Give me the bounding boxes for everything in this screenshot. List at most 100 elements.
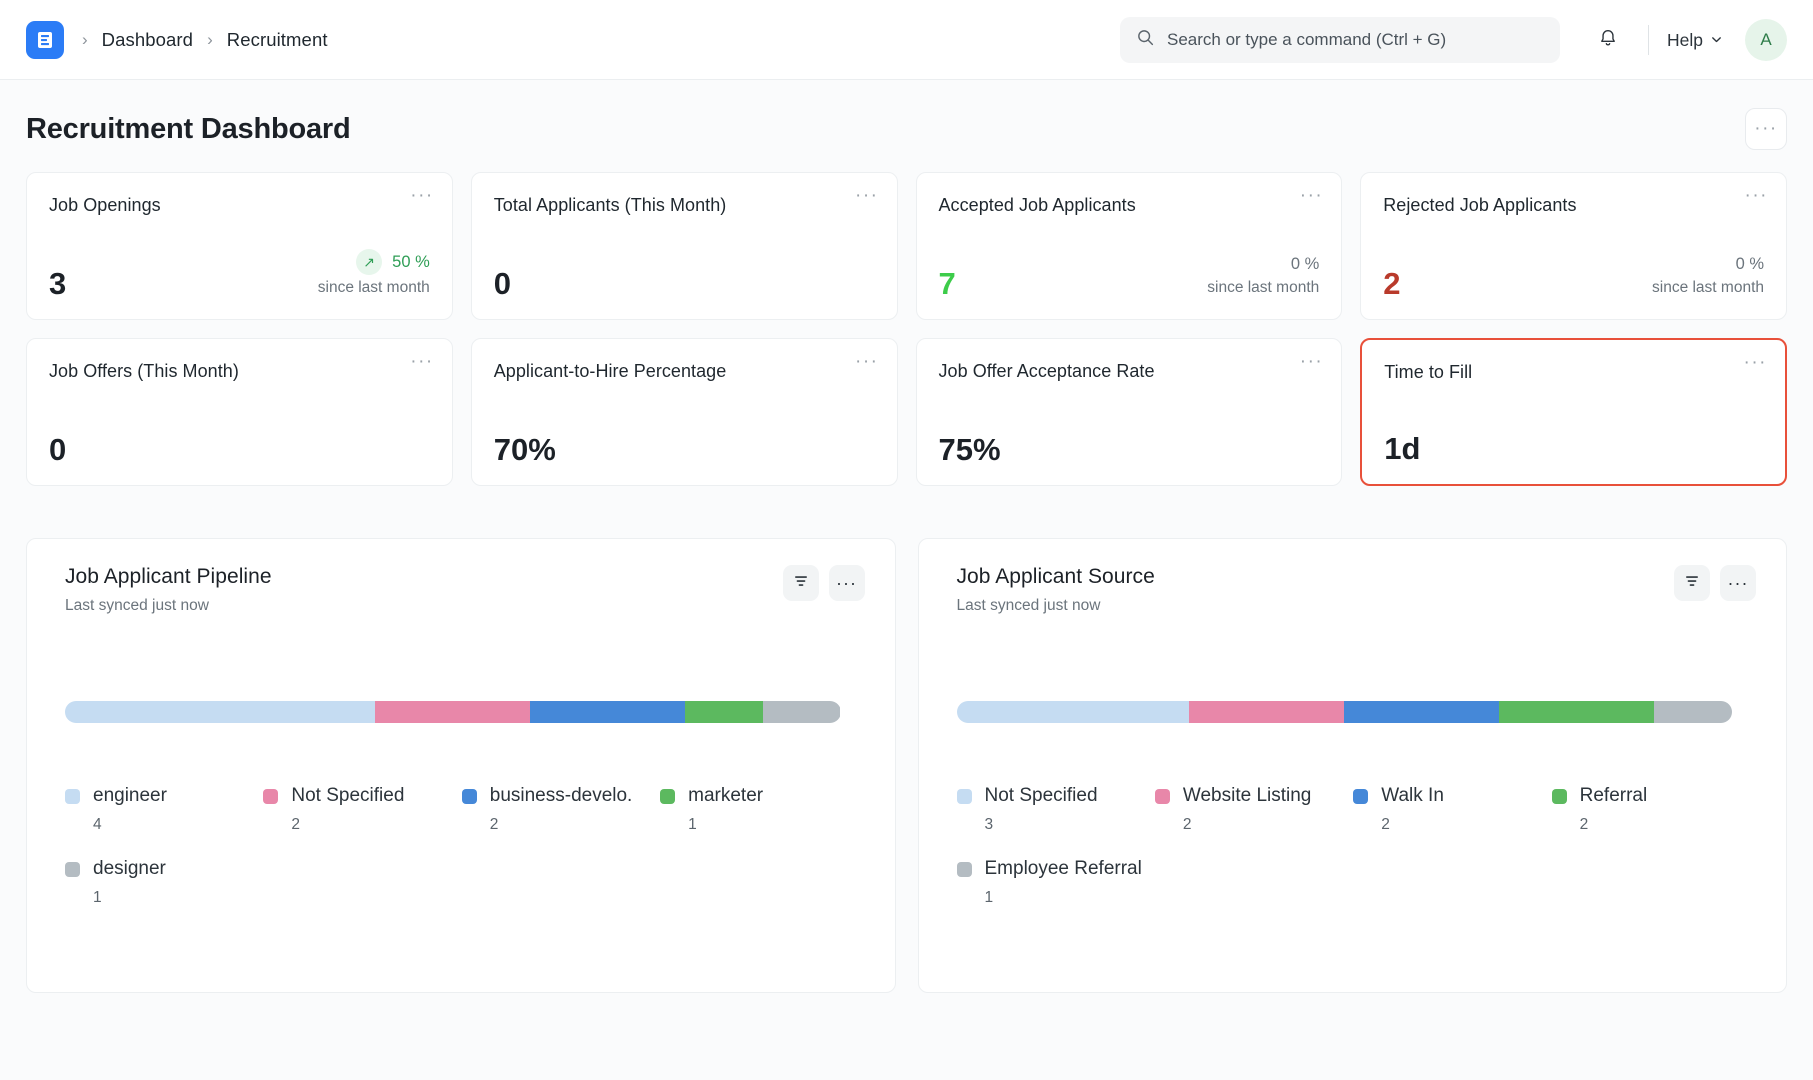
legend-item[interactable]: Employee Referral 1 [957, 858, 1155, 907]
legend-item[interactable]: Referral 2 [1552, 785, 1750, 834]
legend-item[interactable]: engineer 4 [65, 785, 263, 834]
legend-label: Website Listing [1183, 785, 1312, 807]
legend-count: 4 [93, 816, 263, 834]
card-menu-icon[interactable]: ··· [1745, 191, 1768, 201]
card-label: Time to Fill [1384, 362, 1763, 383]
bar-segment-referral[interactable] [1499, 701, 1654, 723]
legend-item[interactable]: Not Specified 2 [263, 785, 461, 834]
bar-segment-engineer[interactable] [65, 701, 375, 723]
legend-count: 2 [291, 816, 461, 834]
card-menu-icon[interactable]: ··· [1744, 358, 1767, 368]
bar-segment-designer[interactable] [763, 701, 841, 723]
source-bar-wrap [957, 701, 1757, 723]
card-menu-icon[interactable]: ··· [410, 357, 433, 367]
chart-card-job-applicant-pipeline: Job Applicant Pipeline Last synced just … [26, 538, 896, 993]
legend-top: designer [65, 858, 263, 880]
help-menu-button[interactable]: Help [1667, 30, 1723, 51]
bar-segment-not-specified[interactable] [957, 701, 1190, 723]
chevron-down-icon [1710, 30, 1723, 51]
bar-segment-marketer[interactable] [685, 701, 763, 723]
bar-segment-walk-in[interactable] [1344, 701, 1499, 723]
chart-title: Job Applicant Pipeline [65, 565, 272, 589]
stacked-bar-chart[interactable] [65, 701, 841, 723]
number-card-job-openings[interactable]: ··· Job Openings 3 ↗ 50 % since last mon… [26, 172, 453, 320]
legend-swatch-icon [65, 862, 80, 877]
avatar-initial: A [1760, 30, 1771, 50]
card-label: Job Offers (This Month) [49, 361, 430, 382]
number-card-accepted-job-applicants[interactable]: ··· Accepted Job Applicants 7 0 % since … [916, 172, 1343, 320]
chart-filter-button[interactable] [783, 565, 819, 601]
number-card-applicant-to-hire-percentage[interactable]: ··· Applicant-to-Hire Percentage 70% [471, 338, 898, 486]
search-box[interactable] [1120, 17, 1560, 63]
legend-item[interactable]: designer 1 [65, 858, 263, 907]
legend-count: 2 [1580, 816, 1750, 834]
chart-header: Job Applicant Pipeline Last synced just … [65, 565, 865, 615]
chart-title: Job Applicant Source [957, 565, 1155, 589]
card-body: 2 0 % since last month [1383, 253, 1764, 299]
number-card-rejected-job-applicants[interactable]: ··· Rejected Job Applicants 2 0 % since … [1360, 172, 1787, 320]
bar-segment-employee-referral[interactable] [1654, 701, 1732, 723]
breadcrumb-item-recruitment[interactable]: Recruitment [227, 29, 328, 51]
frappe-logo-icon[interactable] [26, 21, 64, 59]
legend-label: business-develo. [490, 785, 633, 807]
legend-top: business-develo. [462, 785, 660, 807]
legend-count: 3 [985, 816, 1155, 834]
chart-filter-button[interactable] [1674, 565, 1710, 601]
legend-top: engineer [65, 785, 263, 807]
chart-menu-button[interactable]: ··· [829, 565, 865, 601]
avatar[interactable]: A [1745, 19, 1787, 61]
chart-header-text: Job Applicant Source Last synced just no… [957, 565, 1155, 615]
number-cards-grid: ··· Job Openings 3 ↗ 50 % since last mon… [26, 172, 1787, 486]
bar-segment-business-development[interactable] [530, 701, 685, 723]
legend-count: 1 [688, 816, 858, 834]
search-input[interactable] [1167, 30, 1544, 50]
legend-item[interactable]: business-develo. 2 [462, 785, 660, 834]
card-delta-pct: 0 % [1736, 253, 1764, 275]
card-menu-icon[interactable]: ··· [1300, 191, 1323, 201]
page-title: Recruitment Dashboard [26, 113, 351, 146]
legend-count: 1 [93, 889, 263, 907]
breadcrumb-separator-2: › [207, 31, 213, 48]
card-delta-sub: since last month [1652, 278, 1764, 299]
card-delta-row: 0 % [1652, 253, 1764, 275]
filter-icon [1684, 573, 1700, 594]
number-card-job-offer-acceptance-rate[interactable]: ··· Job Offer Acceptance Rate 75% [916, 338, 1343, 486]
number-card-total-applicants[interactable]: ··· Total Applicants (This Month) 0 [471, 172, 898, 320]
card-menu-icon[interactable]: ··· [1300, 357, 1323, 367]
pipeline-bar-wrap [65, 701, 865, 723]
breadcrumb-item-dashboard[interactable]: Dashboard [102, 29, 193, 51]
ellipsis-icon: ··· [1754, 124, 1777, 134]
bar-segment-not-specified[interactable] [375, 701, 530, 723]
search-icon [1136, 28, 1155, 52]
legend-swatch-icon [1353, 789, 1368, 804]
card-menu-icon[interactable]: ··· [855, 191, 878, 201]
legend-item[interactable]: Website Listing 2 [1155, 785, 1353, 834]
legend-item[interactable]: Not Specified 3 [957, 785, 1155, 834]
card-menu-icon[interactable]: ··· [410, 191, 433, 201]
card-menu-icon[interactable]: ··· [855, 357, 878, 367]
legend-top: Employee Referral [957, 858, 1155, 880]
legend-item[interactable]: marketer 1 [660, 785, 858, 834]
legend-label: Not Specified [985, 785, 1098, 807]
chart-menu-button[interactable]: ··· [1720, 565, 1756, 601]
legend-swatch-icon [65, 789, 80, 804]
number-card-time-to-fill[interactable]: ··· Time to Fill 1d [1360, 338, 1787, 486]
filter-icon [793, 573, 809, 594]
arrow-up-right-icon: ↗ [356, 249, 382, 275]
chart-actions: ··· [783, 565, 865, 601]
chart-subtitle: Last synced just now [957, 597, 1155, 615]
notifications-button[interactable] [1586, 18, 1630, 62]
stacked-bar-chart[interactable] [957, 701, 1733, 723]
legend-label: engineer [93, 785, 167, 807]
page-menu-button[interactable]: ··· [1745, 108, 1787, 150]
legend-swatch-icon [957, 789, 972, 804]
number-card-job-offers[interactable]: ··· Job Offers (This Month) 0 [26, 338, 453, 486]
card-label: Accepted Job Applicants [939, 195, 1320, 216]
legend-top: Referral [1552, 785, 1750, 807]
legend-top: Website Listing [1155, 785, 1353, 807]
legend-label: marketer [688, 785, 763, 807]
legend-item[interactable]: Walk In 2 [1353, 785, 1551, 834]
navbar-right-group: Help A [1120, 0, 1787, 80]
card-value: 70% [494, 434, 556, 465]
bar-segment-website-listing[interactable] [1189, 701, 1344, 723]
